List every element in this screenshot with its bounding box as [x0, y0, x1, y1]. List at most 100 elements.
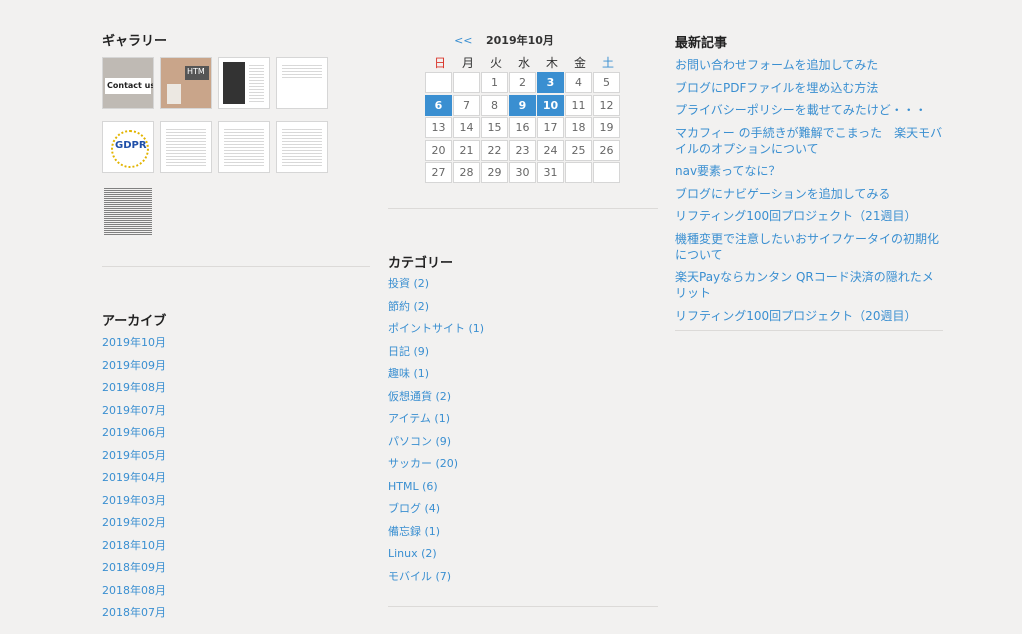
archive-link[interactable]: 2018年10月 [102, 539, 166, 552]
calendar-day: 18 [565, 117, 592, 138]
calendar-day: 5 [593, 72, 620, 93]
category-link[interactable]: 日記 [388, 345, 410, 358]
archive-link[interactable]: 2019年08月 [102, 381, 166, 394]
recent-post-link[interactable]: ブログにPDFファイルを埋め込む方法 [675, 81, 878, 95]
category-item: アイテム (1) [388, 412, 484, 435]
archive-link[interactable]: 2019年03月 [102, 494, 166, 507]
category-item: 投資 (2) [388, 277, 484, 300]
archive-link[interactable]: 2018年07月 [102, 606, 166, 619]
recent-posts-list: お問い合わせフォームを追加してみた ブログにPDFファイルを埋め込む方法プライバシ… [675, 57, 943, 330]
category-count: (2) [421, 547, 437, 560]
divider [388, 208, 658, 209]
category-link[interactable]: アイテム [388, 412, 431, 425]
archive-item: 2019年03月 [102, 494, 166, 517]
category-link[interactable]: 備忘録 [388, 525, 421, 538]
category-link[interactable]: HTML [388, 480, 419, 493]
archive-link[interactable]: 2019年04月 [102, 471, 166, 484]
gallery-thumb[interactable]: HTM [160, 57, 212, 109]
gallery-thumb[interactable]: GDPR [102, 121, 154, 173]
category-link[interactable]: Linux [388, 547, 418, 560]
calendar-empty-cell [425, 72, 452, 93]
calendar-day: 31 [537, 162, 564, 183]
recent-post-item: nav要素ってなに？ [675, 163, 943, 179]
archive-link[interactable]: 2019年02月 [102, 516, 166, 529]
category-link[interactable]: 節約 [388, 300, 410, 313]
archive-link[interactable]: 2019年07月 [102, 404, 166, 417]
category-item: 趣味 (1) [388, 367, 484, 390]
archive-item: 2019年08月 [102, 381, 166, 404]
archive-title: アーカイブ [102, 314, 167, 329]
recent-post-link[interactable]: リフティング100回プロジェクト（21週目） [675, 209, 916, 223]
categories-list: 投資 (2) 節約 (2) ポイントサイト (1) 日記 (9) 趣味 (1) 仮想通貨 … [388, 277, 484, 592]
archive-link[interactable]: 2019年09月 [102, 359, 166, 372]
archive-link[interactable]: 2018年09月 [102, 561, 166, 574]
category-item: ポイントサイト (1) [388, 322, 484, 345]
category-link[interactable]: サッカー [388, 457, 432, 470]
archive-link[interactable]: 2018年08月 [102, 584, 166, 597]
calendar-day: 29 [481, 162, 508, 183]
gallery-thumb[interactable] [102, 185, 154, 237]
category-count: (2) [413, 299, 430, 313]
category-count: (1) [413, 367, 430, 380]
calendar-day: 4 [565, 72, 592, 93]
calendar-month: 2019年10月 [486, 34, 554, 47]
category-count: (7) [435, 569, 452, 583]
recent-post-link[interactable]: 楽天Payならカンタン QRコード決済の隠れたメリット [675, 270, 934, 300]
calendar-day-link[interactable]: 6 [425, 94, 452, 116]
calendar-day: 7 [453, 94, 480, 116]
calendar-day: 23 [509, 139, 536, 161]
category-link[interactable]: モバイル [388, 570, 432, 583]
gallery-thumb[interactable] [276, 57, 328, 109]
gallery-title: ギャラリー [102, 34, 168, 49]
calendar-day-link[interactable]: 3 [537, 72, 564, 93]
calendar-day: 12 [593, 94, 620, 116]
recent-post-link[interactable]: nav要素ってなに？ [675, 164, 780, 178]
archive-item: 2018年10月 [102, 539, 166, 562]
recent-post-link[interactable]: プライバシーポリシーを載せてみたけど・・・ [675, 103, 927, 117]
archive-link[interactable]: 2019年06月 [102, 426, 166, 439]
recent-post-item: ブログにナビゲーションを追加してみる [675, 186, 943, 202]
recent-post-link[interactable]: リフティング100回プロジェクト（20週目） [675, 309, 916, 323]
gallery-thumb-label: Contact us [107, 81, 154, 90]
gallery-thumb[interactable] [218, 121, 270, 173]
recent-post-link[interactable]: マカフィー の手続きが難解でこまった 楽天モバイルのオプションについて [675, 126, 942, 156]
calendar-day: 26 [593, 139, 620, 161]
calendar-weekday: 火 [489, 56, 502, 70]
recent-post-link[interactable]: 機種変更で注意したいおサイフケータイの初期化について [675, 232, 939, 262]
category-link[interactable]: パソコン [388, 435, 432, 448]
category-link[interactable]: ポイントサイト [388, 322, 465, 335]
category-link[interactable]: 仮想通貨 [388, 390, 432, 403]
category-count: (4) [424, 502, 441, 515]
calendar-weekday: 水 [517, 56, 530, 70]
category-link[interactable]: 趣味 [388, 367, 410, 380]
category-link[interactable]: 投資 [388, 277, 410, 290]
gallery-thumb[interactable] [276, 121, 328, 173]
archive-list: 2019年10月 2019年09月 2019年08月 2019年07月 2019年06月… [102, 336, 166, 629]
calendar-day: 1 [481, 72, 508, 93]
category-item: Linux (2) [388, 547, 484, 570]
gallery-thumb[interactable] [218, 57, 270, 109]
calendar-day: 2 [509, 72, 536, 93]
category-count: (6) [422, 479, 438, 493]
gallery-thumb[interactable] [160, 121, 212, 173]
recent-post-link[interactable]: お問い合わせフォームを追加してみた [675, 58, 878, 72]
recent-post-item: ブログにPDFファイルを埋め込む方法 [675, 80, 943, 96]
divider [102, 266, 370, 267]
calendar-day: 17 [537, 117, 564, 138]
calendar-day: 14 [453, 117, 480, 138]
calendar-weekday: 日 [433, 56, 446, 70]
calendar-day-link[interactable]: 10 [537, 94, 564, 116]
archive-item: 2019年02月 [102, 516, 166, 539]
category-count: (1) [434, 412, 450, 425]
calendar-day: 24 [537, 139, 564, 161]
calendar-day-link[interactable]: 9 [509, 94, 536, 116]
calendar-prev-link[interactable]: << [454, 34, 472, 47]
recent-post-link[interactable]: ブログにナビゲーションを追加してみる [675, 187, 890, 201]
recent-post-item: リフティング100回プロジェクト（20週目） [675, 308, 943, 324]
archive-link[interactable]: 2019年05月 [102, 449, 166, 462]
archive-link[interactable]: 2019年10月 [102, 336, 166, 349]
category-link[interactable]: ブログ [388, 502, 421, 515]
divider [675, 330, 943, 331]
gallery-thumb[interactable]: Contact us [102, 57, 154, 109]
category-item: パソコン (9) [388, 435, 484, 458]
